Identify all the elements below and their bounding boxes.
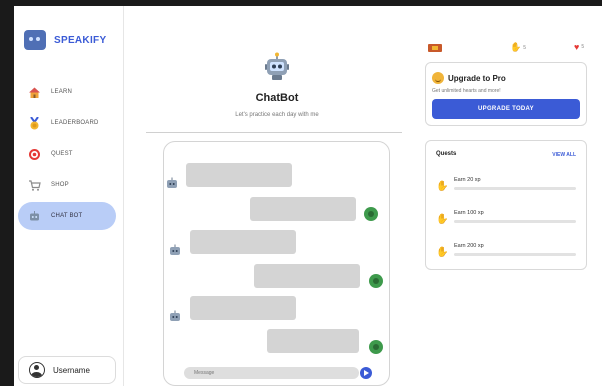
chat-title: ChatBot bbox=[255, 92, 299, 104]
user-name: Username bbox=[53, 365, 90, 375]
quest-item[interactable]: ✋ Earn 20 xp bbox=[436, 177, 578, 197]
bot-avatar-icon bbox=[170, 244, 180, 255]
quest-item[interactable]: ✋ Earn 200 xp bbox=[436, 243, 578, 263]
sidebar-item-shop[interactable]: SHOP bbox=[18, 171, 116, 199]
stats-bar: ✋ 5 ♥ 5 bbox=[428, 42, 588, 54]
divider bbox=[146, 132, 402, 133]
sidebar-item-chat-bot[interactable]: CHAT BOT bbox=[18, 202, 116, 230]
sidebar-item-label: LEADERBOARD bbox=[51, 120, 99, 126]
bot-message-bubble bbox=[190, 296, 296, 320]
upgrade-title-text: Upgrade to Pro bbox=[448, 73, 506, 83]
chat-subtitle: Let's practice each day with me bbox=[235, 112, 319, 118]
quest-progress-bar bbox=[454, 253, 576, 256]
sidebar-item-label: CHAT BOT bbox=[51, 213, 83, 219]
quest-progress-bar bbox=[454, 220, 576, 223]
medal-icon bbox=[27, 116, 41, 130]
sidebar: SPEAKIFY LEARN LEADERBOARD QUEST SHOP CH… bbox=[14, 6, 124, 386]
message-input[interactable]: Message bbox=[184, 367, 359, 379]
user-message-bubble bbox=[267, 329, 359, 353]
quest-label: Earn 200 xp bbox=[454, 243, 484, 249]
bot-message-bubble bbox=[190, 230, 296, 254]
upgrade-title: Upgrade to Pro bbox=[432, 72, 506, 84]
quest-label: Earn 100 xp bbox=[454, 210, 484, 216]
heart-icon: ♥ bbox=[574, 42, 580, 52]
bot-avatar-icon bbox=[170, 310, 180, 321]
user-message-bubble bbox=[250, 197, 356, 221]
user-profile-button[interactable]: Username bbox=[18, 356, 116, 384]
bot-avatar-icon bbox=[167, 177, 177, 188]
view-all-link[interactable]: VIEW ALL bbox=[552, 152, 576, 158]
bot-message-bubble bbox=[186, 163, 292, 187]
sidebar-item-label: LEARN bbox=[51, 89, 73, 95]
user-avatar-icon bbox=[369, 340, 383, 354]
robot-icon bbox=[27, 209, 41, 223]
sidebar-item-label: SHOP bbox=[51, 182, 69, 188]
app-window: SPEAKIFY LEARN LEADERBOARD QUEST SHOP CH… bbox=[14, 6, 602, 386]
quest-label: Earn 20 xp bbox=[454, 177, 481, 183]
user-avatar-icon bbox=[369, 274, 383, 288]
quests-title: Quests bbox=[436, 151, 457, 157]
home-icon bbox=[27, 85, 41, 99]
target-icon bbox=[27, 147, 41, 161]
user-avatar-icon bbox=[29, 362, 45, 378]
sidebar-item-label: QUEST bbox=[51, 151, 73, 157]
send-icon[interactable] bbox=[360, 367, 372, 379]
flame-icon: ✋ bbox=[510, 42, 522, 52]
flame-icon: ✋ bbox=[436, 181, 449, 192]
user-avatar-icon bbox=[364, 207, 378, 221]
chatbot-robot-icon bbox=[265, 52, 289, 80]
quest-progress-bar bbox=[454, 187, 576, 190]
quest-item[interactable]: ✋ Earn 100 xp bbox=[436, 210, 578, 230]
upgrade-subtitle: Get unlimited hearts and more! bbox=[432, 88, 501, 94]
smile-icon bbox=[432, 72, 444, 84]
hearts-value: 5 bbox=[581, 44, 585, 50]
upgrade-button[interactable]: UPGRADE TODAY bbox=[432, 99, 580, 119]
sri-lanka-flag-icon[interactable] bbox=[428, 44, 442, 52]
hearts-stat[interactable]: ♥ 5 bbox=[574, 42, 584, 52]
flame-icon: ✋ bbox=[436, 214, 449, 225]
robot-logo-icon bbox=[24, 30, 46, 50]
streak-stat[interactable]: ✋ 5 bbox=[510, 42, 526, 53]
sidebar-item-quest[interactable]: QUEST bbox=[18, 140, 116, 168]
flame-icon: ✋ bbox=[436, 247, 449, 258]
streak-value: 5 bbox=[523, 44, 526, 51]
quests-card: Quests VIEW ALL ✋ Earn 20 xp ✋ Earn 100 … bbox=[425, 140, 587, 270]
upgrade-card: Upgrade to Pro Get unlimited hearts and … bbox=[425, 62, 587, 126]
cart-icon bbox=[27, 178, 41, 192]
sidebar-item-learn[interactable]: LEARN bbox=[18, 78, 116, 106]
brand-name: SPEAKIFY bbox=[54, 34, 107, 46]
sidebar-item-leaderboard[interactable]: LEADERBOARD bbox=[18, 109, 116, 137]
chat-box: Message bbox=[163, 141, 390, 386]
brand[interactable]: SPEAKIFY bbox=[24, 30, 106, 50]
user-message-bubble bbox=[254, 264, 360, 288]
